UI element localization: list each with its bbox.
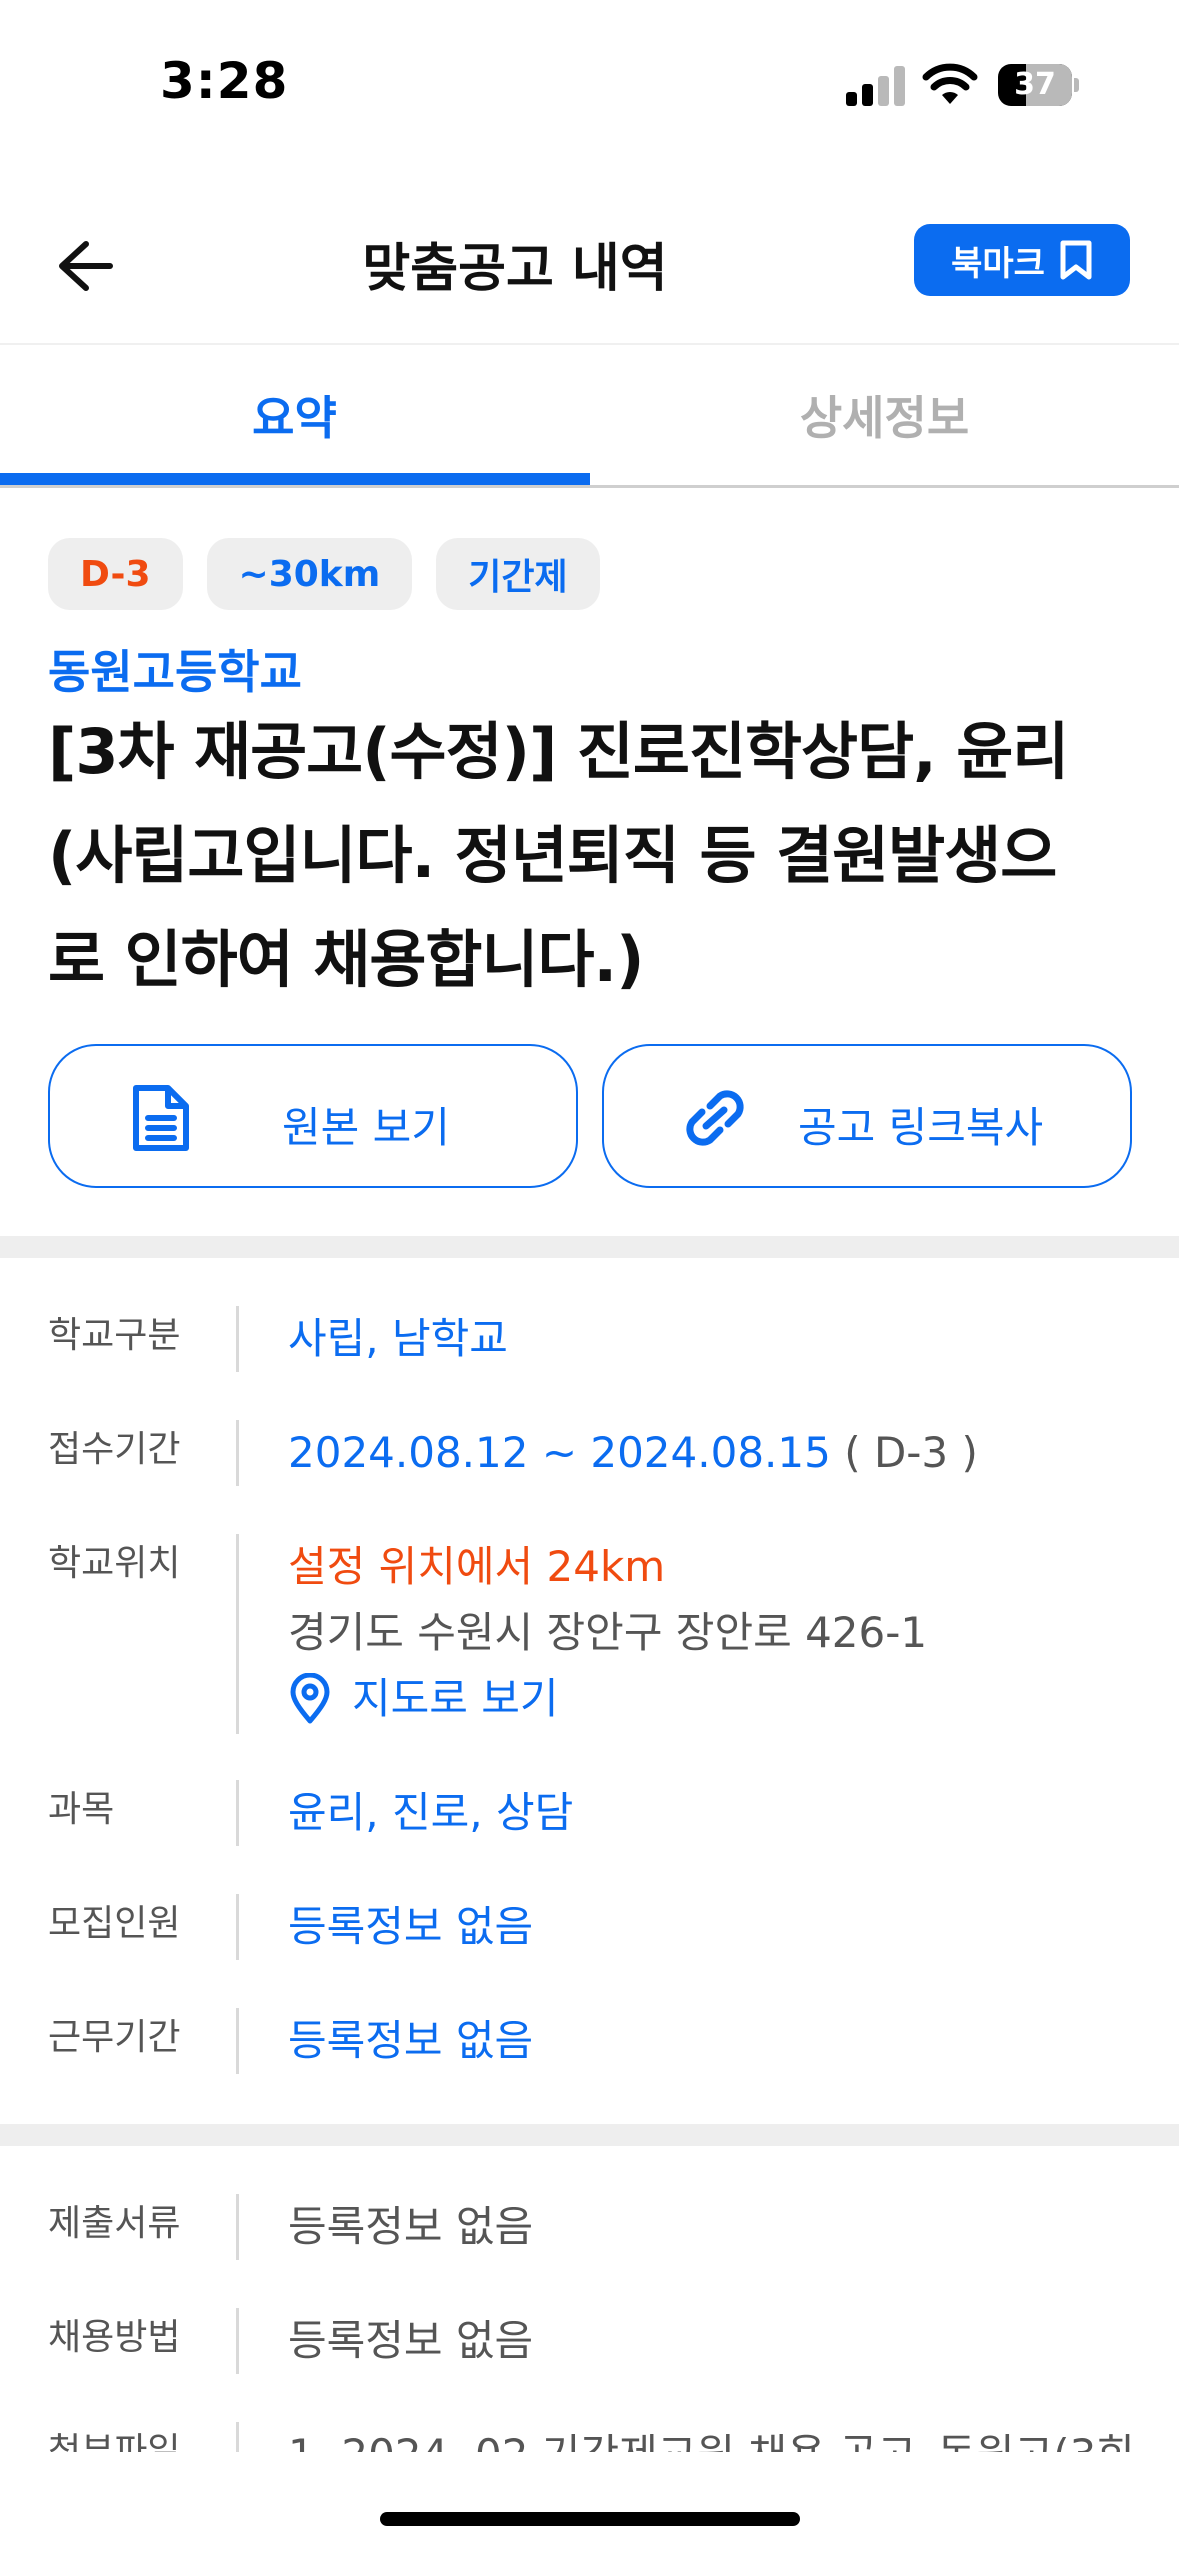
- signal-icon: [846, 66, 906, 106]
- copy-link-button[interactable]: 공고 링크복사: [602, 1044, 1132, 1188]
- tab-divider: [0, 485, 1179, 488]
- tab-detail[interactable]: 상세정보: [590, 345, 1179, 485]
- view-map-label: 지도로 보기: [352, 1674, 559, 1723]
- info-label: 근무기간: [48, 2017, 181, 2058]
- location-pin-icon: [290, 1673, 330, 1724]
- info-value: 등록정보 없음: [288, 2202, 534, 2251]
- tab-active-indicator: [0, 473, 590, 485]
- chip-deadline: D-3: [48, 538, 183, 610]
- info-separator: [236, 2008, 239, 2074]
- info-separator: [236, 1306, 239, 1372]
- bookmark-label: 북마크: [951, 243, 1045, 284]
- tag-chips: D-3 ~30km 기간제: [48, 538, 600, 610]
- info-separator: [236, 1534, 239, 1734]
- school-name: 동원고등학교: [48, 645, 302, 699]
- home-indicator: [380, 2512, 800, 2526]
- posting-title-line: [3차 재공고(수정)] 진로진학상담, 윤리: [48, 715, 1069, 788]
- info-value: 설정 위치에서 24km 경기도 수원시 장안구 장안로 426-1 지도로 보…: [288, 1534, 927, 1732]
- info-value: 등록정보 없음: [288, 2316, 534, 2365]
- info-value: 윤리, 진로, 상담: [288, 1788, 574, 1837]
- info-label: 제출서류: [48, 2203, 181, 2244]
- info-separator: [236, 2422, 239, 2452]
- info-separator: [236, 1894, 239, 1960]
- section-divider: [0, 2124, 1179, 2146]
- info-separator: [236, 2194, 239, 2260]
- period-dates: 2024.08.12 ~ 2024.08.15: [288, 1428, 831, 1477]
- chip-employment-type: 기간제: [436, 538, 600, 610]
- view-original-button[interactable]: 원본 보기: [48, 1044, 578, 1188]
- info-value: 사립, 남학교: [288, 1314, 508, 1363]
- page-title: 맞춤공고 내역: [362, 239, 668, 299]
- info-separator: [236, 2308, 239, 2374]
- info-separator: [236, 1420, 239, 1486]
- info-separator: [236, 1780, 239, 1846]
- status-bar: 3:28 37: [0, 0, 1179, 170]
- info-value: 등록정보 없음: [288, 1902, 534, 1951]
- address-text: 경기도 수원시 장안구 장안로 426-1: [288, 1608, 928, 1657]
- period-dday: ( D-3 ): [844, 1428, 978, 1477]
- info-label: 학교위치: [48, 1543, 181, 1584]
- distance-text: 설정 위치에서 24km: [288, 1542, 666, 1591]
- info-value: 등록정보 없음: [288, 2016, 534, 2065]
- view-map-link[interactable]: 지도로 보기: [288, 1666, 927, 1732]
- posting-title: [3차 재공고(수정)] 진로진학상담, 윤리 (사립고입니다. 정년퇴직 등 …: [48, 700, 1138, 1012]
- status-time: 3:28: [160, 52, 289, 110]
- document-icon: [133, 1085, 189, 1151]
- info-label: 모집인원: [48, 1903, 181, 1944]
- tab-bar: 요약 상세정보: [0, 345, 1179, 488]
- info-label: 학교구분: [48, 1315, 181, 1356]
- bookmark-button[interactable]: 북마크: [914, 224, 1130, 296]
- info-value: 2024.08.12 ~ 2024.08.15 ( D-3 ): [288, 1420, 978, 1486]
- chip-distance: ~30km: [206, 538, 413, 610]
- bookmark-icon: [1060, 240, 1092, 280]
- info-label: 첨부파일: [48, 2431, 181, 2452]
- view-original-label: 원본 보기: [282, 1103, 450, 1152]
- info-row-attachment: 첨부파일 1. 2024. 02 기간제교원 채용 공고_동원고(3회: [0, 2422, 1179, 2452]
- posting-title-line: 로 인하여 채용합니다.): [48, 923, 644, 996]
- posting-title-line: (사립고입니다. 정년퇴직 등 결원발생으: [48, 819, 1057, 892]
- wifi-icon: [922, 63, 978, 104]
- info-label: 과목: [48, 1789, 115, 1830]
- app-header: 맞춤공고 내역 북마크: [0, 200, 1179, 340]
- info-label: 접수기간: [48, 1429, 181, 1470]
- battery-level: 37: [1014, 67, 1056, 102]
- copy-link-label: 공고 링크복사: [798, 1103, 1044, 1152]
- info-label: 채용방법: [48, 2317, 181, 2358]
- battery-icon: 37: [998, 64, 1079, 106]
- section-divider: [0, 1236, 1179, 1258]
- link-icon: [686, 1090, 744, 1146]
- tab-summary[interactable]: 요약: [0, 345, 589, 485]
- info-value[interactable]: 1. 2024. 02 기간제교원 채용 공고_동원고(3회: [288, 2422, 1135, 2452]
